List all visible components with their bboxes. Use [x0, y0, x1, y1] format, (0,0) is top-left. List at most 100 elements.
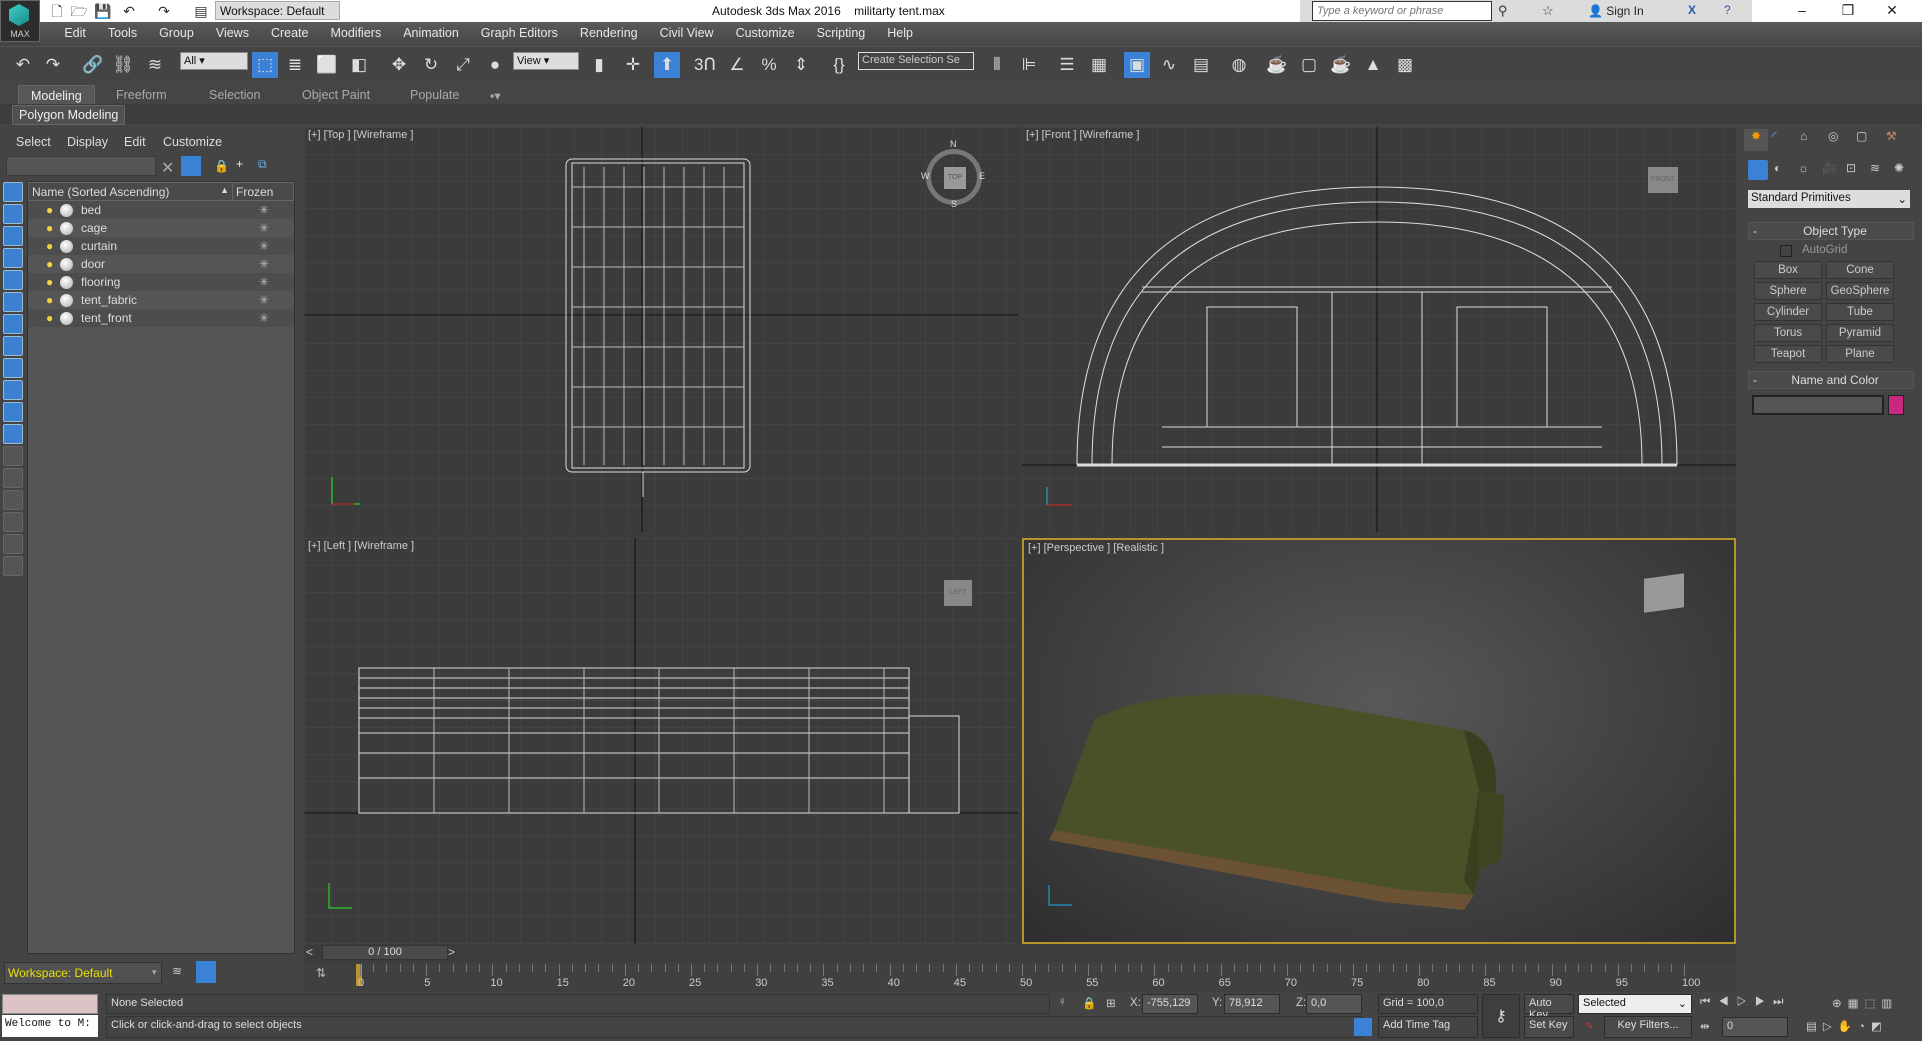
primitive-box-button[interactable]: Box [1754, 261, 1822, 279]
display-all-icon[interactable] [3, 446, 23, 466]
geometry-filter-icon[interactable] [3, 182, 23, 202]
visibility-bulb-icon[interactable]: ● [46, 204, 56, 216]
xrefs-filter-icon[interactable] [3, 336, 23, 356]
collapse-icon[interactable] [3, 556, 23, 576]
minimize-button[interactable]: – [1782, 2, 1822, 20]
layers-icon[interactable]: ≋ [172, 964, 182, 978]
auto-key-button[interactable]: Auto Key [1524, 994, 1574, 1021]
curve-editor-mini-icon[interactable]: ⇅ [316, 966, 326, 980]
y-coordinate-field[interactable]: 78,912 [1224, 994, 1280, 1014]
selection-filter-dropdown[interactable]: All ▾ [180, 52, 248, 70]
list-item[interactable]: ● tent_front ✳ [28, 309, 294, 327]
help-icon[interactable]: ? [1724, 3, 1731, 17]
selection-lock-icon[interactable]: 🔒 [1082, 996, 1096, 1010]
sign-in-button[interactable]: 👤 Sign In [1588, 4, 1644, 18]
groups-filter-icon[interactable] [3, 314, 23, 334]
time-slider[interactable]: < 0 / 100 > [304, 944, 1736, 962]
render-in-cloud-icon[interactable]: ▩ [1392, 52, 1418, 78]
playback-controls[interactable]: ⏮◀▷▶⏭ [1700, 996, 1791, 1009]
render-setup-icon[interactable]: ☕ [1264, 52, 1290, 78]
ribbon-tab-freeform[interactable]: Freeform [104, 85, 179, 105]
ribbon-tab-selection[interactable]: Selection [197, 85, 272, 105]
menu-animation[interactable]: Animation [392, 22, 470, 44]
favorites-star-icon[interactable]: ☆ [1542, 3, 1554, 19]
snaps-toggle-icon[interactable]: 3ᑎ [692, 52, 718, 78]
viewport-left[interactable]: [+] [Left ] [Wireframe ] LEFT [304, 538, 1018, 944]
close-button[interactable]: ✕ [1872, 2, 1912, 20]
isolate-icon[interactable]: ♀ [1058, 996, 1067, 1008]
spinner-snap-icon[interactable]: ⇕ [788, 52, 814, 78]
object-name-input[interactable] [1752, 395, 1884, 415]
systems-icon[interactable]: ✺ [1894, 161, 1904, 175]
redo-icon[interactable]: ↷ [40, 52, 66, 78]
viewport-navigation-controls[interactable]: ⊕▦⬚▥ [1832, 996, 1898, 1010]
key-mode-toggle-icon[interactable]: ⇹ [1700, 1019, 1710, 1033]
helpers-icon[interactable]: ⊡ [1846, 161, 1856, 175]
primitive-plane-button[interactable]: Plane [1826, 345, 1894, 363]
hierarchy-tab-icon[interactable]: ⌂ [1800, 129, 1807, 143]
viewcube-perspective[interactable] [1644, 573, 1684, 613]
ribbon-options-icon[interactable]: ▪▾ [478, 85, 513, 106]
cameras-icon[interactable]: 🎥 [1822, 161, 1837, 175]
menu-customize[interactable]: Customize [725, 22, 806, 44]
invert-display-icon[interactable] [3, 490, 23, 510]
bones-filter-icon[interactable] [3, 358, 23, 378]
toggle-ribbon-icon[interactable]: ▦ [1086, 52, 1112, 78]
time-slider-thumb[interactable]: 0 / 100 [322, 945, 448, 960]
render-production-icon[interactable]: ☕ [1328, 52, 1354, 78]
mirror-icon[interactable]: ⫴ [984, 52, 1010, 78]
key-mode-dropdown[interactable]: Selected ⌄ [1578, 994, 1692, 1014]
list-item[interactable]: ● tent_fabric ✳ [28, 291, 294, 309]
key-filters-button[interactable]: Key Filters... [1604, 1016, 1692, 1038]
viewport-front[interactable]: [+] [Front ] [Wireframe ] FRONT [1022, 127, 1736, 532]
cameras-filter-icon[interactable] [3, 248, 23, 268]
category-dropdown[interactable]: Standard Primitives ⌄ [1748, 190, 1910, 208]
menu-graph-editors[interactable]: Graph Editors [470, 22, 569, 44]
menu-group[interactable]: Group [148, 22, 205, 44]
time-tag-icon[interactable] [1354, 1018, 1372, 1036]
hidden-filter-icon[interactable] [3, 424, 23, 444]
save-icon[interactable]: 💾 [94, 2, 112, 20]
edit-named-selection-icon[interactable]: {} [826, 52, 852, 78]
viewport-top[interactable]: [+] [Top ] [Wireframe ] TOP N S E W [304, 127, 1018, 532]
containers-filter-icon[interactable] [3, 380, 23, 400]
column-header-frozen[interactable]: Frozen [233, 183, 276, 200]
keyboard-shortcut-override-icon[interactable]: ⬆ [654, 52, 680, 78]
rendered-frame-window-icon[interactable]: ▢ [1296, 52, 1322, 78]
explorer-menu-customize[interactable]: Customize [163, 135, 222, 149]
menu-edit[interactable]: Edit [53, 22, 97, 44]
visibility-bulb-icon[interactable]: ● [46, 276, 56, 288]
display-none-icon[interactable] [3, 468, 23, 488]
spacewarps-filter-icon[interactable] [3, 292, 23, 312]
utilities-tab-icon[interactable]: ⚒ [1886, 129, 1897, 143]
filter-list-icon[interactable] [3, 534, 23, 554]
reference-coordinate-dropdown[interactable]: View ▾ [513, 52, 579, 70]
set-key-button[interactable]: Set Key [1524, 1016, 1574, 1038]
add-time-tag-button[interactable]: Add Time Tag [1378, 1016, 1478, 1038]
frozen-snowflake-icon[interactable]: ✳ [259, 203, 269, 217]
create-tab-icon[interactable]: ✸ [1744, 129, 1768, 151]
manipulate-icon[interactable]: ✛ [620, 52, 646, 78]
window-crossing-icon[interactable]: ◧ [346, 52, 372, 78]
lights-icon[interactable]: ☼ [1798, 161, 1809, 175]
display-tab-icon[interactable]: ▢ [1856, 129, 1867, 143]
ribbon-tab-populate[interactable]: Populate [398, 85, 471, 105]
frozen-snowflake-icon[interactable]: ✳ [259, 311, 269, 325]
viewcube-compass[interactable]: TOP N S E W [921, 139, 985, 209]
column-header-name[interactable]: Name (Sorted Ascending) ▲ [29, 183, 233, 200]
explorer-menu-display[interactable]: Display [67, 135, 108, 149]
viewcube-left[interactable]: LEFT [944, 580, 972, 606]
helpers-filter-icon[interactable] [3, 270, 23, 290]
rectangle-selection-icon[interactable]: ⬜ [314, 52, 340, 78]
viewport-label-front[interactable]: [+] [Front ] [Wireframe ] [1026, 129, 1139, 141]
select-object-icon[interactable]: ⬚ [252, 52, 278, 78]
object-type-rollout[interactable]: - Object Type [1748, 222, 1914, 240]
primitive-pyramid-button[interactable]: Pyramid [1826, 324, 1894, 342]
percent-snap-icon[interactable]: % [756, 52, 782, 78]
place-icon[interactable]: ● [482, 52, 508, 78]
name-and-color-rollout[interactable]: - Name and Color [1748, 371, 1914, 389]
previous-frame-icon[interactable]: < [306, 945, 320, 959]
shapes-filter-icon[interactable] [3, 204, 23, 224]
object-color-swatch[interactable] [1888, 395, 1904, 415]
project-folder-icon[interactable]: ▤ [192, 2, 210, 20]
